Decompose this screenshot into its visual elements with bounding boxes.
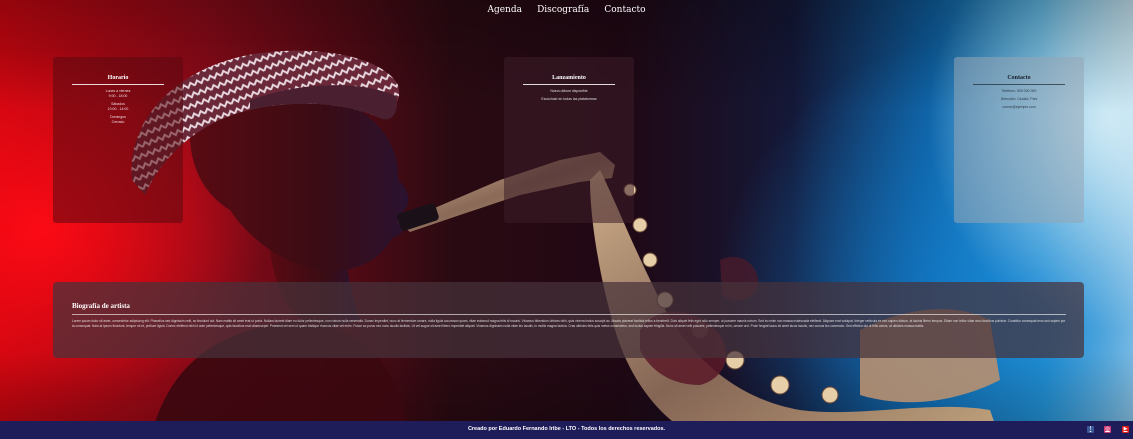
lanzamiento-card: Lanzamiento Nuevo álbum disponible Escúc… [504, 57, 634, 223]
biography-title: Biografía de artista [72, 302, 1066, 315]
lanzamiento-card-title: Lanzamiento [523, 75, 615, 85]
contacto-line: correo@ejemplo.com [1002, 105, 1036, 109]
facebook-icon[interactable]: f [1087, 426, 1094, 433]
top-navigation: Agenda Discografía Contacto [0, 0, 1133, 16]
contacto-card-title: Contacto [973, 75, 1065, 85]
horario-line: Lunes a viernes [105, 89, 131, 93]
biography-panel: Biografía de artista Lorem ipsum dolor s… [53, 282, 1084, 358]
contacto-line: Teléfono: 000 000 000 [1001, 89, 1037, 93]
horario-line: 10:00 - 14:00 [107, 107, 129, 111]
lanzamiento-line: Nuevo álbum disponible [550, 89, 588, 93]
horario-card: Horario Lunes a viernes 9:00 - 18:00 Sáb… [53, 57, 183, 223]
contacto-line: Dirección: Ciudad, País [1000, 97, 1038, 101]
horario-line: Sábados [111, 102, 125, 106]
youtube-icon[interactable]: ▶ [1122, 426, 1129, 433]
horario-line: Domingos [110, 115, 126, 119]
nav-discografia-link[interactable]: Discografía [537, 5, 589, 15]
page: Agenda Discografía Contacto Horario Lune… [0, 0, 1133, 439]
instagram-glyph: ◎ [1105, 426, 1110, 432]
youtube-glyph: ▶ [1123, 426, 1128, 432]
lanzamiento-line: Escúchalo en todas las plataformas [541, 97, 597, 101]
nav-contacto-link[interactable]: Contacto [604, 5, 645, 15]
horario-line: Cerrado [111, 120, 125, 124]
footer-credits: Creado por Eduardo Fernando Iribe - LTO … [467, 426, 666, 432]
instagram-icon[interactable]: ◎ [1104, 426, 1111, 433]
horario-card-title: Horario [72, 75, 164, 85]
biography-text: Lorem ipsum dolor sit amet, consectetur … [72, 319, 1066, 328]
nav-agenda-link[interactable]: Agenda [487, 5, 522, 15]
contacto-card: Contacto Teléfono: 000 000 000 Dirección… [954, 57, 1084, 223]
footer: Creado por Eduardo Fernando Iribe - LTO … [0, 421, 1133, 439]
horario-line: 9:00 - 18:00 [108, 94, 128, 98]
